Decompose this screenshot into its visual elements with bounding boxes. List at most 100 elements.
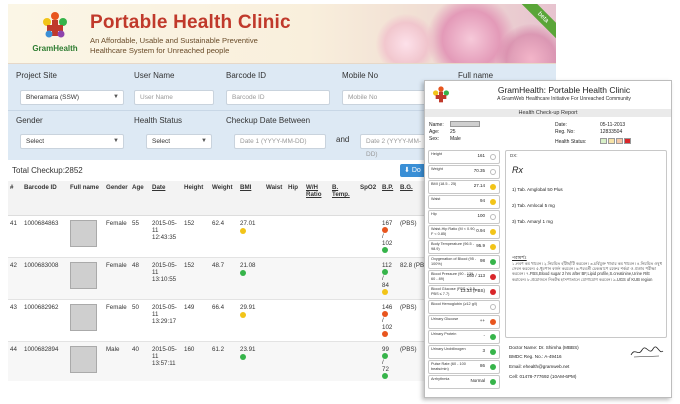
vital-item: Blood Hemoglobin (≥12 g/l) bbox=[428, 300, 500, 314]
avatar bbox=[70, 261, 97, 289]
status-dot-icon bbox=[490, 244, 496, 250]
rx-symbol: Rx bbox=[512, 165, 523, 175]
vital-value: Normal bbox=[470, 378, 485, 383]
col-header[interactable]: Gender bbox=[104, 181, 130, 216]
vital-item: Blood Glucose (FBS ≤ 5.5, PBS ≤ 7.7) 13.3… bbox=[428, 285, 500, 299]
cell-bg: (PBS) bbox=[398, 299, 426, 342]
cell-photo bbox=[68, 341, 104, 381]
download-button[interactable]: ⬇ Do bbox=[400, 164, 426, 177]
page-title: Portable Health Clinic bbox=[90, 12, 291, 33]
cell-temp bbox=[330, 341, 358, 381]
cell-barcode: 1000682894 bbox=[22, 341, 68, 381]
col-header[interactable]: Date bbox=[150, 181, 182, 216]
medicine-item: 1) Tab. Amglobal 50 Plus bbox=[512, 187, 563, 192]
col-header[interactable]: B. Temp. bbox=[330, 181, 358, 216]
project-site-value: Bheramara (SSW) bbox=[26, 94, 80, 101]
bp-slash: / bbox=[382, 316, 384, 324]
col-header[interactable]: W/H Ratio bbox=[304, 181, 330, 216]
bmi-value: 27.01 bbox=[240, 219, 256, 227]
bmi-value: 21.08 bbox=[240, 261, 256, 269]
cell-weight: 66.4 bbox=[210, 299, 238, 342]
fullname-label: Full name bbox=[458, 71, 494, 80]
cell-num: 42 bbox=[8, 257, 22, 300]
col-header[interactable]: B.G. bbox=[398, 181, 426, 216]
col-header[interactable]: Age bbox=[130, 181, 150, 216]
health-status-swatch bbox=[616, 138, 623, 144]
project-site-select[interactable]: Bheramara (SSW) ▼ bbox=[20, 90, 124, 105]
col-header[interactable]: Height bbox=[182, 181, 210, 216]
col-header[interactable]: Hip bbox=[286, 181, 304, 216]
health-status-select[interactable]: Select ▼ bbox=[146, 134, 212, 149]
gender-label: Gender bbox=[16, 116, 43, 125]
avatar bbox=[70, 303, 97, 331]
chevron-down-icon: ▼ bbox=[113, 138, 119, 144]
checkup-table: # Barcode ID Full name Gender Age Date H… bbox=[8, 181, 426, 381]
gramhealth-logo[interactable]: GramHealth bbox=[30, 10, 80, 63]
bp-slash: / bbox=[382, 274, 384, 282]
cell-height: 149 bbox=[182, 299, 210, 342]
gender-value: Select bbox=[26, 138, 45, 145]
cell-bg: (PBS) bbox=[398, 341, 426, 381]
col-header[interactable]: Weight bbox=[210, 181, 238, 216]
date-to-input[interactable]: Date 2 (YYYY-MM-DD) bbox=[360, 134, 432, 158]
barcode-input[interactable]: Barcode ID bbox=[226, 90, 330, 105]
gramhealth-logo-icon bbox=[433, 86, 449, 103]
status-dot-icon bbox=[490, 274, 496, 280]
vital-name: Height bbox=[431, 152, 442, 156]
vital-name: Waist bbox=[431, 197, 441, 201]
cell-height: 152 bbox=[182, 257, 210, 300]
col-header[interactable]: # bbox=[8, 181, 22, 216]
cell-bg: (PBS) bbox=[398, 215, 426, 258]
advice-text: ১.লবণ কম খাবেন। ২.নিয়মিত হাঁটাহাঁটি করব… bbox=[512, 261, 662, 282]
user-name-input[interactable]: User Name bbox=[134, 90, 214, 105]
download-icon: ⬇ bbox=[404, 167, 410, 174]
health-status-swatch bbox=[624, 138, 631, 144]
report-health-status-label: Health Status: bbox=[555, 139, 587, 145]
cell-date: 2015-05-11 12:43:35 bbox=[150, 215, 182, 258]
vital-name: Hip bbox=[431, 212, 437, 216]
cell-waist bbox=[264, 215, 286, 258]
chevron-down-icon: ▼ bbox=[201, 138, 207, 144]
col-header[interactable]: Barcode ID bbox=[22, 181, 68, 216]
contact-email: Email: ehealth@gramweb.net bbox=[509, 364, 570, 369]
cell-waist bbox=[264, 341, 286, 381]
col-header[interactable]: SpO2 bbox=[358, 181, 380, 216]
health-report-popup[interactable]: GramHealth: Portable Health Clinic A Gra… bbox=[424, 80, 672, 398]
cell-photo bbox=[68, 257, 104, 300]
cell-weight: 48.7 bbox=[210, 257, 238, 300]
table-row[interactable]: 42 1000683008 Female 48 2015-05-11 13:10… bbox=[8, 257, 426, 300]
table-row[interactable]: 41 1000684863 Female 55 2015-05-11 12:43… bbox=[8, 215, 426, 258]
cell-hip bbox=[286, 215, 304, 258]
col-header[interactable]: B.P. bbox=[380, 181, 398, 216]
vital-value: ++ bbox=[479, 318, 485, 323]
flower-decoration bbox=[376, 14, 436, 63]
table-row[interactable]: 43 1000682962 Female 50 2015-05-11 13:29… bbox=[8, 299, 426, 342]
status-dot-icon bbox=[490, 259, 496, 265]
bp-systolic: 146 bbox=[382, 303, 393, 311]
vital-value: 94 bbox=[479, 198, 485, 203]
page-subtitle: An Affordable, Usable and Sustainable Pr… bbox=[90, 36, 258, 56]
vital-item: Weight 70.35 bbox=[428, 165, 500, 179]
vital-value: 160 / 113 bbox=[466, 273, 485, 278]
date-from-input[interactable]: Date 1 (YYYY-MM-DD) bbox=[234, 134, 326, 149]
health-status-label: Health Status bbox=[134, 116, 183, 125]
col-header[interactable]: BMI bbox=[238, 181, 264, 216]
cell-gender: Female bbox=[104, 299, 130, 342]
bp-systolic: 167 bbox=[382, 219, 393, 227]
vital-item: Pulse Rate (60 - 100 beats/min) 86 bbox=[428, 360, 500, 374]
cell-bp: 146 /102 bbox=[380, 299, 398, 342]
vital-value: 95.9 bbox=[476, 243, 485, 248]
bmi-value: 29.91 bbox=[240, 303, 256, 311]
cell-hip bbox=[286, 299, 304, 342]
col-header[interactable]: Full name bbox=[68, 181, 104, 216]
and-label: and bbox=[336, 135, 350, 144]
table-row[interactable]: 44 1000682894 Male 40 2015-05-11 13:57:1… bbox=[8, 341, 426, 381]
cell-spo2 bbox=[358, 257, 380, 300]
gender-select[interactable]: Select ▼ bbox=[20, 134, 124, 149]
cell-photo bbox=[68, 215, 104, 258]
cell-num: 43 bbox=[8, 299, 22, 342]
status-dot-icon bbox=[490, 184, 496, 190]
cell-hip bbox=[286, 257, 304, 300]
col-header[interactable]: Waist bbox=[264, 181, 286, 216]
status-dot-icon bbox=[490, 214, 496, 220]
